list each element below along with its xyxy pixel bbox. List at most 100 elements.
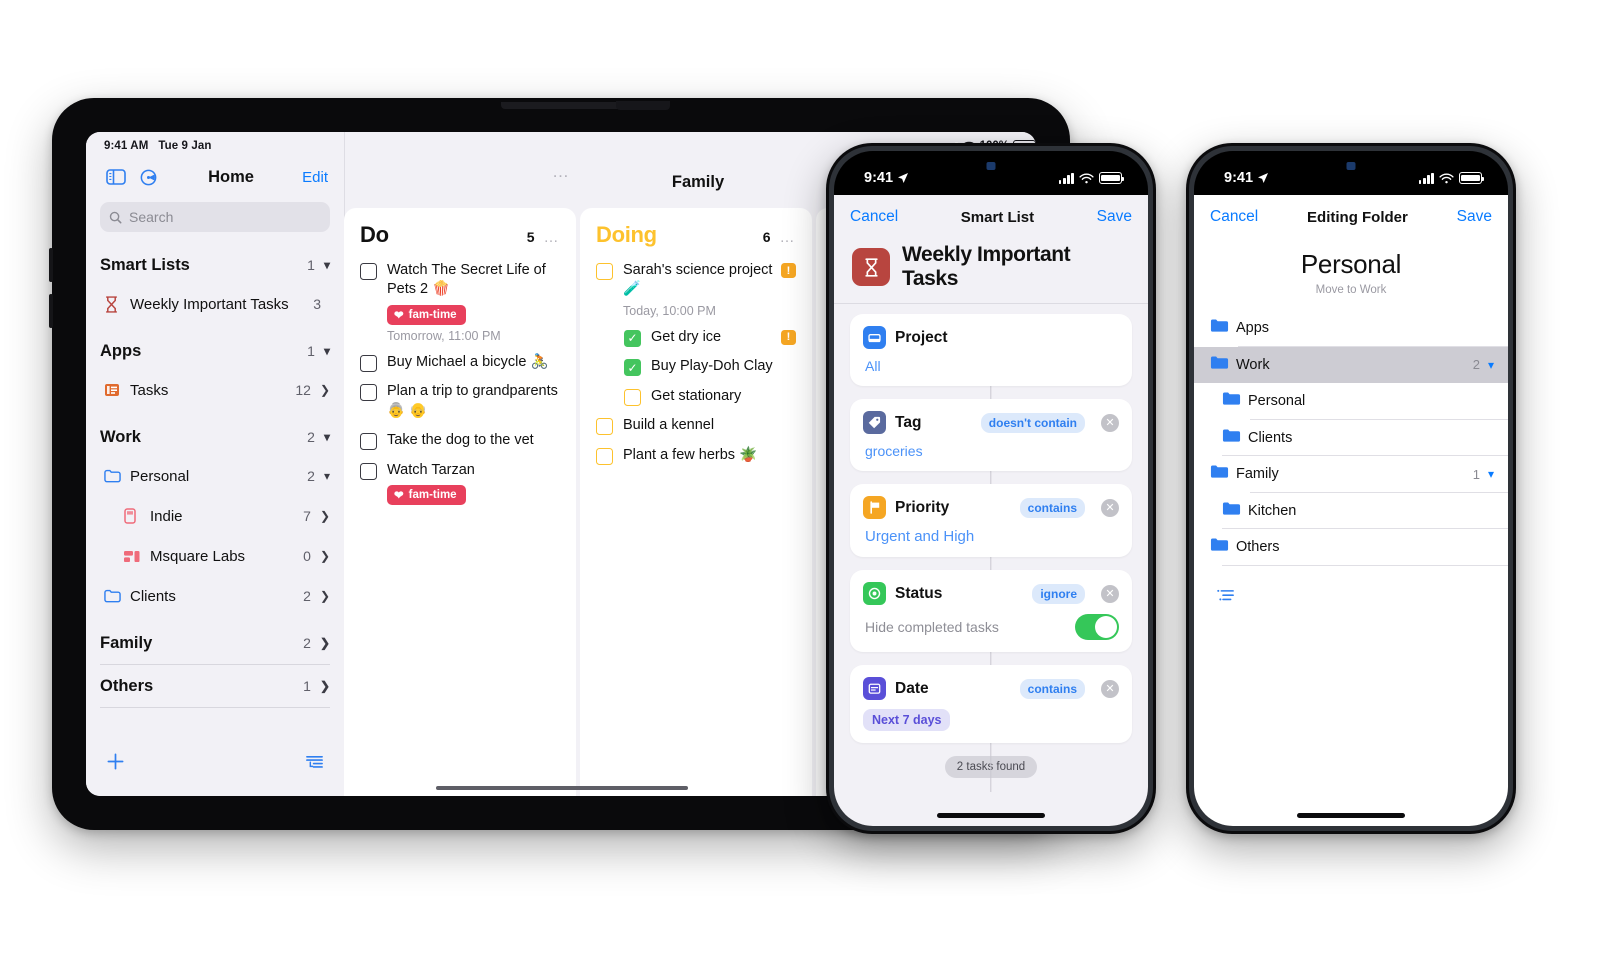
task-checkbox[interactable] (360, 462, 377, 480)
task-row[interactable]: Plan a trip to grandparents 👵 👴 (360, 382, 560, 421)
edit-button[interactable]: Edit (302, 169, 330, 186)
sidebar-item-indie[interactable]: Indie 7 ❯ (100, 496, 330, 536)
task-checkbox[interactable] (596, 447, 613, 465)
search-icon (109, 211, 122, 223)
save-button[interactable]: Save (1097, 208, 1132, 226)
filter-operator[interactable]: ignore (1032, 583, 1085, 604)
task-row[interactable]: Take the dog to the vet (360, 431, 560, 451)
task-checkbox[interactable]: ✓ (624, 329, 641, 347)
more-options-icon[interactable]: … (552, 162, 571, 182)
remove-filter-icon[interactable]: ✕ (1101, 498, 1119, 517)
chevron-down-icon[interactable]: ▾ (324, 258, 330, 272)
horizontal-scrollbar[interactable] (436, 785, 688, 790)
sidebar-item-weekly-important-tasks[interactable]: Weekly Important Tasks 3 (100, 284, 330, 324)
task-checkbox[interactable] (360, 263, 377, 280)
folder-count: 1 (1472, 466, 1480, 482)
task-row[interactable]: ✓ Buy Play-Doh Clay (596, 357, 796, 377)
task-checkbox[interactable] (596, 263, 613, 280)
task-row[interactable]: Watch The Secret Life of Pets 2 🍿 ❤ fam-… (360, 261, 560, 343)
sidebar-item-personal[interactable]: Personal 2 ▾ (100, 456, 330, 496)
remove-filter-icon[interactable]: ✕ (1101, 413, 1119, 432)
filter-card-status[interactable]: Status ignore ✕ Hide completed tasks (850, 570, 1132, 652)
cancel-button[interactable]: Cancel (1210, 208, 1258, 226)
cancel-button[interactable]: Cancel (850, 208, 898, 226)
chevron-down-icon[interactable]: ▾ (324, 469, 330, 483)
filter-value-chip[interactable]: Next 7 days (863, 709, 951, 731)
sidebar-section-apps[interactable]: Apps 1 ▾ (100, 332, 330, 370)
filter-card-tag[interactable]: Tag doesn't contain ✕ groceries (850, 399, 1132, 471)
chevron-right-icon[interactable]: ❯ (320, 383, 330, 397)
task-checkbox[interactable] (360, 384, 377, 402)
remove-filter-icon[interactable]: ✕ (1101, 679, 1119, 698)
status-date: Tue 9 Jan (158, 140, 212, 152)
smart-list-name-row[interactable]: Weekly Important Tasks (834, 239, 1148, 303)
chevron-right-icon[interactable]: ❯ (320, 679, 330, 693)
filter-value[interactable]: All (863, 358, 1119, 374)
home-indicator[interactable] (937, 813, 1045, 818)
sort-options-icon[interactable] (305, 754, 324, 775)
sidebar-item-msquare-labs[interactable]: Msquare Labs 0 ❯ (100, 536, 330, 576)
chevron-right-icon[interactable]: ❯ (320, 636, 330, 650)
task-row[interactable]: Plant a few herbs 🪴 (596, 446, 796, 465)
status-time: 9:41 (864, 170, 894, 186)
save-button[interactable]: Save (1457, 208, 1492, 226)
sidebar-section-others[interactable]: Others 1 ❯ (100, 667, 330, 705)
task-title: Take the dog to the vet (387, 432, 534, 449)
heart-icon: ❤ (394, 309, 404, 322)
filter-value[interactable]: Urgent and High (863, 528, 1119, 545)
search-input[interactable]: Search (100, 202, 330, 232)
task-row[interactable]: Buy Michael a bicycle 🚴 (360, 353, 560, 372)
folder-row-clients[interactable]: Clients (1194, 419, 1508, 456)
chevron-down-icon[interactable]: ▾ (1488, 358, 1494, 372)
folder-row-personal[interactable]: Personal (1194, 383, 1508, 420)
task-row[interactable]: Watch Tarzan ❤ fam-time (360, 461, 560, 505)
sidebar-item-tasks[interactable]: Tasks 12 ❯ (100, 370, 330, 410)
ipad-camera-notch (501, 102, 621, 109)
sort-options-icon[interactable] (1216, 589, 1235, 608)
add-icon[interactable] (106, 752, 125, 776)
chevron-down-icon[interactable]: ▾ (1488, 467, 1494, 481)
hide-completed-toggle[interactable] (1075, 614, 1119, 640)
ipad-volume-down-button[interactable] (49, 294, 53, 328)
task-checkbox[interactable]: ✓ (624, 359, 641, 377)
folder-name-field[interactable]: Personal (1194, 239, 1508, 284)
column-more-icon[interactable]: … (780, 229, 797, 246)
folder-row-apps[interactable]: Apps (1194, 310, 1508, 347)
sidebar-item-clients[interactable]: Clients 2 ❯ (100, 576, 330, 616)
remove-filter-icon[interactable]: ✕ (1101, 584, 1119, 603)
task-checkbox[interactable] (360, 354, 377, 372)
sidebar-section-smart-lists[interactable]: Smart Lists 1 ▾ (100, 246, 330, 284)
folder-row-kitchen[interactable]: Kitchen (1194, 492, 1508, 529)
task-tag[interactable]: ❤ fam-time (387, 484, 466, 505)
chevron-down-icon[interactable]: ▾ (324, 344, 330, 358)
sidebar-section-work[interactable]: Work 2 ▾ (100, 418, 330, 456)
chevron-right-icon[interactable]: ❯ (320, 509, 330, 523)
filter-card-date[interactable]: Date contains ✕ Next 7 days (850, 665, 1132, 743)
sidebar-section-family[interactable]: Family 2 ❯ (100, 624, 330, 662)
folder-row-others[interactable]: Others (1194, 529, 1508, 566)
task-row[interactable]: Get stationary (596, 387, 796, 406)
chevron-right-icon[interactable]: ❯ (320, 589, 330, 603)
filter-operator[interactable]: doesn't contain (980, 412, 1085, 433)
folder-row-family[interactable]: Family 1 ▾ (1194, 456, 1508, 493)
filter-operator[interactable]: contains (1019, 678, 1085, 699)
filter-card-priority[interactable]: Priority contains ✕ Urgent and High (850, 484, 1132, 557)
toggle-sidebar-icon[interactable] (100, 162, 132, 192)
ipad-volume-up-button[interactable] (49, 248, 53, 282)
task-row[interactable]: Sarah's science project 🧪 Today, 10:00 P… (596, 261, 796, 318)
filter-operator[interactable]: contains (1019, 497, 1085, 518)
task-row[interactable]: Build a kennel (596, 416, 796, 436)
column-more-icon[interactable]: … (544, 229, 561, 246)
task-row[interactable]: ✓ Get dry ice ! (596, 328, 796, 347)
task-checkbox[interactable] (360, 433, 377, 451)
chevron-down-icon[interactable]: ▾ (324, 430, 330, 444)
task-checkbox[interactable] (596, 418, 613, 436)
filter-value[interactable]: groceries (863, 443, 1119, 459)
home-indicator[interactable] (1297, 813, 1405, 818)
folder-icon (1210, 355, 1236, 375)
filter-card-project[interactable]: Project All (850, 314, 1132, 386)
folder-row-work[interactable]: Work 2 ▾ (1194, 346, 1508, 383)
task-tag[interactable]: ❤ fam-time (387, 304, 466, 325)
chevron-right-icon[interactable]: ❯ (320, 549, 330, 563)
task-checkbox[interactable] (624, 388, 641, 406)
